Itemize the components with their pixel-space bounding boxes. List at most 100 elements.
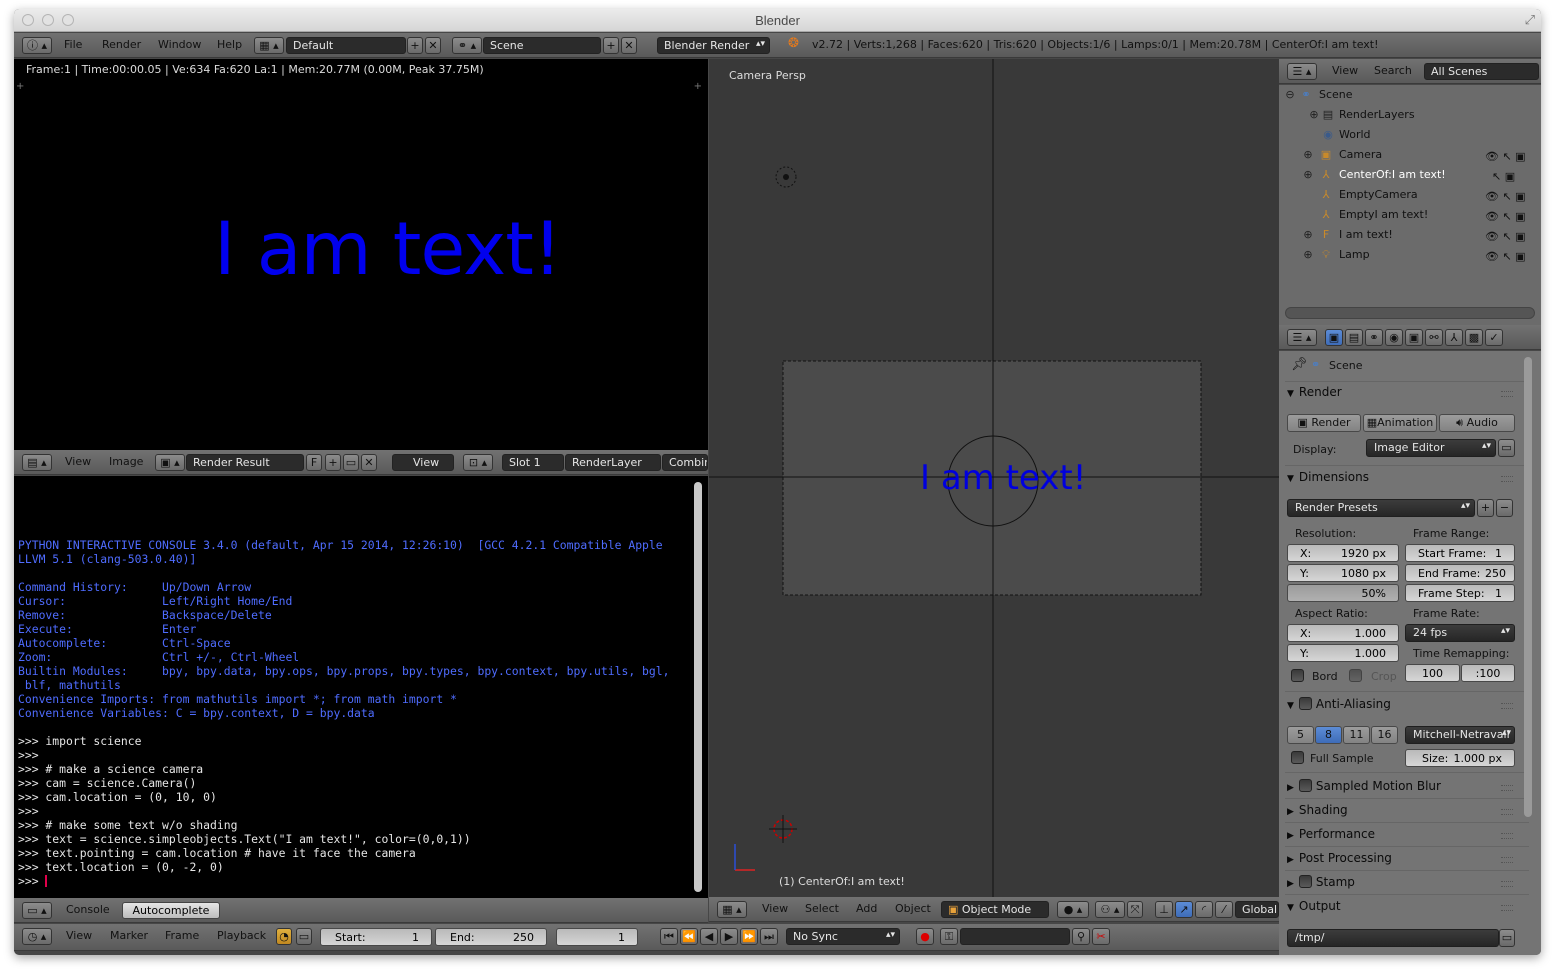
emptytext-visibility-icons[interactable]: 👁︎ ↖ ▣ bbox=[1485, 207, 1537, 227]
end-frame-field[interactable]: End Frame: 250 bbox=[1405, 564, 1515, 582]
image-browse-icon[interactable]: ▣ ▴ bbox=[155, 454, 185, 471]
keying-set-icon[interactable]: ⚿ bbox=[940, 928, 958, 945]
panel-drag-handle[interactable] bbox=[1501, 476, 1513, 482]
screen-layout-icon[interactable]: ▦ ▴ bbox=[254, 37, 284, 54]
frame-step-field[interactable]: Frame Step: 1 bbox=[1405, 584, 1515, 602]
timeline-frame-menu[interactable]: Frame bbox=[165, 929, 199, 942]
render-layers-tab-icon[interactable]: ▤ bbox=[1345, 329, 1363, 346]
outliner-row-text[interactable]: ⊕ F I am text! bbox=[1279, 225, 1479, 245]
remap-new-field[interactable]: :100 bbox=[1461, 664, 1515, 682]
info-editor-type-button[interactable]: ⓘ ▴ bbox=[22, 37, 52, 54]
current-frame-field[interactable]: 1 bbox=[556, 928, 638, 946]
remove-preset-icon[interactable]: − bbox=[1496, 499, 1513, 517]
physics-tab-icon[interactable]: ✓ bbox=[1485, 329, 1503, 346]
insert-keyframe-icon[interactable]: ⚲ bbox=[1072, 928, 1090, 945]
motion-blur-checkbox[interactable] bbox=[1298, 779, 1312, 792]
expand-icon[interactable]: ⊕ bbox=[1307, 108, 1321, 122]
outliner-row-camera[interactable]: ⊕ ▣ Camera bbox=[1279, 145, 1479, 165]
transform-orientation-dropdown[interactable]: Global bbox=[1235, 901, 1279, 918]
panel-drag-handle[interactable] bbox=[1501, 703, 1513, 709]
render-result-image[interactable]: Frame:1 | Time:00:00.05 | Ve:634 Fa:620 … bbox=[14, 59, 708, 450]
axis-manipulator-icon[interactable]: ⊥ bbox=[1155, 901, 1173, 918]
aa-sample-11[interactable]: 11 bbox=[1343, 726, 1370, 744]
render-presets-dropdown[interactable]: Render Presets ▴▾ bbox=[1287, 499, 1475, 517]
panel-drag-handle[interactable] bbox=[1501, 881, 1513, 887]
jump-start-icon[interactable]: ⏮ bbox=[660, 928, 678, 945]
jump-keyframe-back-icon[interactable]: ⏪ bbox=[680, 928, 698, 945]
full-sample-checkbox[interactable] bbox=[1291, 751, 1304, 764]
render-still-button[interactable]: ▣ Render bbox=[1287, 414, 1361, 432]
panel-drag-handle[interactable] bbox=[1501, 833, 1513, 839]
menu-file[interactable]: File bbox=[64, 38, 82, 51]
emptycamera-visibility-icons[interactable]: 👁︎ ↖ ▣ bbox=[1485, 187, 1537, 207]
fullscreen-icon[interactable]: ⤢ bbox=[1525, 13, 1535, 28]
expand-icon[interactable]: ⊕ bbox=[1301, 248, 1315, 262]
play-icon[interactable]: ▶ bbox=[720, 928, 738, 945]
display-dropdown[interactable]: Image Editor ▴▾ bbox=[1366, 439, 1496, 457]
timeline-end-field[interactable]: End: 250 bbox=[435, 928, 547, 946]
pivot-point-icon[interactable]: ⚇ ▴ bbox=[1095, 901, 1125, 918]
viewport-add-menu[interactable]: Add bbox=[856, 902, 877, 915]
python-console[interactable]: PYTHON INTERACTIVE CONSOLE 3.4.0 (defaul… bbox=[14, 476, 708, 898]
texture-tab-icon[interactable]: ▩ bbox=[1465, 329, 1483, 346]
manipulator-toggle-icon[interactable]: ⤧ bbox=[1127, 901, 1143, 918]
aa-sample-16[interactable]: 16 bbox=[1371, 726, 1398, 744]
fake-user-button[interactable]: F bbox=[306, 454, 322, 471]
outliner-row-centerof[interactable]: ⊕ ⅄ CenterOf:I am text! bbox=[1279, 165, 1479, 185]
world-tab-icon[interactable]: ◉ bbox=[1385, 329, 1403, 346]
area-split-handle-left[interactable]: + bbox=[16, 81, 24, 92]
properties-scrollbar[interactable] bbox=[1524, 357, 1532, 817]
start-frame-field[interactable]: Start Frame: 1 bbox=[1405, 544, 1515, 562]
render-view-icon[interactable]: ▭ bbox=[1498, 439, 1515, 457]
anti-aliasing-panel-header[interactable]: ▼ Anti-Aliasing bbox=[1287, 697, 1519, 719]
aa-sample-8[interactable]: 8 bbox=[1315, 726, 1342, 744]
stamp-checkbox[interactable] bbox=[1298, 875, 1312, 888]
sync-mode-dropdown[interactable]: No Sync ▴▾ bbox=[786, 928, 900, 945]
properties-editor-type-icon[interactable]: ☰ ▴ bbox=[1287, 329, 1317, 346]
panel-drag-handle[interactable] bbox=[1501, 391, 1513, 397]
resolution-x-field[interactable]: X: 1920 px bbox=[1287, 544, 1399, 562]
remap-old-field[interactable]: 100 bbox=[1405, 664, 1460, 682]
play-reverse-icon[interactable]: ◀ bbox=[700, 928, 718, 945]
data-tab-icon[interactable]: ⅄ bbox=[1445, 329, 1463, 346]
centerof-visibility-icons[interactable]: ↖ ▣ bbox=[1485, 167, 1537, 187]
aa-size-field[interactable]: Size: 1.000 px bbox=[1405, 749, 1515, 767]
render-pass-dropdown[interactable]: Combin bbox=[662, 454, 708, 471]
console-menu[interactable]: Console bbox=[66, 903, 110, 916]
image-name-field[interactable]: Render Result bbox=[186, 454, 304, 471]
new-image-icon[interactable]: + bbox=[325, 454, 341, 471]
output-path-field[interactable]: /tmp/ bbox=[1287, 929, 1499, 947]
delete-keyframe-icon[interactable]: ✂ bbox=[1092, 928, 1110, 945]
outliner-row-renderlayers[interactable]: ⊕ ▤ RenderLayers bbox=[1279, 105, 1479, 125]
add-scene-icon[interactable]: + bbox=[603, 37, 619, 54]
render-slot-dropdown[interactable]: Slot 1 bbox=[502, 454, 564, 471]
jump-end-icon[interactable]: ⏭ bbox=[760, 928, 778, 945]
render-panel-header[interactable]: ▼ Render bbox=[1287, 385, 1519, 407]
outliner-row-lamp[interactable]: ⊕ 💡︎ Lamp bbox=[1279, 245, 1479, 265]
outliner-display-mode-dropdown[interactable]: All Scenes bbox=[1424, 63, 1539, 80]
outliner-scrollbar[interactable] bbox=[1285, 307, 1535, 319]
delete-layout-icon[interactable]: ✕ bbox=[425, 37, 441, 54]
screen-layout-field[interactable]: Default bbox=[286, 37, 406, 54]
pivot-icon[interactable]: ⊡ ▴ bbox=[463, 454, 493, 471]
preview-range-icon[interactable]: ◔ bbox=[276, 928, 292, 945]
scene-field[interactable]: Scene bbox=[483, 37, 601, 54]
anti-aliasing-checkbox[interactable] bbox=[1298, 697, 1312, 710]
outliner-view-menu[interactable]: View bbox=[1332, 64, 1358, 77]
expand-icon[interactable]: ⊕ bbox=[1301, 168, 1315, 182]
outliner-row-emptycamera[interactable]: ⅄ EmptyCamera bbox=[1279, 185, 1479, 205]
outliner-row-scene[interactable]: ⊖ ⚭ Scene bbox=[1279, 85, 1479, 105]
rotate-manipulator-icon[interactable]: ◜ bbox=[1195, 901, 1213, 918]
panel-drag-handle[interactable] bbox=[1501, 857, 1513, 863]
add-layout-icon[interactable]: + bbox=[407, 37, 423, 54]
render-animation-button[interactable]: ▦Animation bbox=[1363, 414, 1437, 432]
unlink-image-icon[interactable]: ✕ bbox=[361, 454, 377, 471]
outliner-row-world[interactable]: ◉ World bbox=[1279, 125, 1479, 145]
object-tab-icon[interactable]: ▣ bbox=[1405, 329, 1423, 346]
image-menu[interactable]: Image bbox=[109, 455, 143, 468]
outliner-editor-type-icon[interactable]: ☰ ▴ bbox=[1287, 63, 1317, 80]
aspect-y-field[interactable]: Y: 1.000 bbox=[1287, 644, 1399, 662]
outliner-search-menu[interactable]: Search bbox=[1374, 64, 1412, 77]
image-view-menu[interactable]: View bbox=[65, 455, 91, 468]
panel-drag-handle[interactable] bbox=[1501, 785, 1513, 791]
